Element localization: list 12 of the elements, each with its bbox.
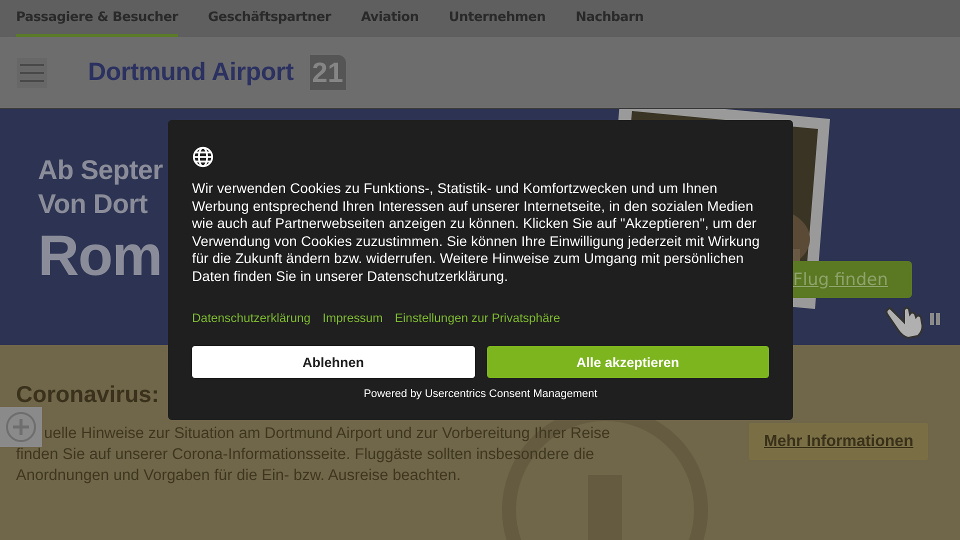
accept-all-button[interactable]: Alle akzeptieren (486, 346, 769, 378)
consent-link[interactable]: Impressum (322, 311, 383, 325)
powered-by-text: Powered by Usercentrics Consent Management (364, 388, 598, 400)
hero-headline: Ab Septer (38, 154, 163, 187)
hero-headline: Rom (38, 223, 162, 290)
consent-link[interactable]: Einstellungen zur Privatsphäre (394, 311, 560, 325)
logo-text[interactable]: Dortmund Airport (88, 58, 294, 87)
consent-link[interactable]: Datenschutzerklärung (192, 311, 311, 325)
hero-headline: Von Dort (38, 188, 148, 221)
consent-text: Wir verwenden Cookies zu Funktions-, Statistik- und Komfortzwecken und um Ihnen Werbung entsprechend Ihren Interessen auf unserer Internetseite, in den sozialen Medien wie auch auf Partnerwebseiten anzeigen zu können. Klicken Sie auf "Akzeptieren", um der Verwendung von Cookies zuzustimmen. Sie können Ihre Einwilligung jederzeit mit Wirkung für die Zukunft ändern bzw. widerrufen. Weitere Hinweise zum Umgang mit persönlichen Daten finden Sie in unserer Datenschutzerklärung. (192, 180, 761, 285)
more-info-button[interactable]: Mehr Informationen (749, 423, 928, 460)
deny-button[interactable]: Ablehnen (192, 346, 474, 378)
